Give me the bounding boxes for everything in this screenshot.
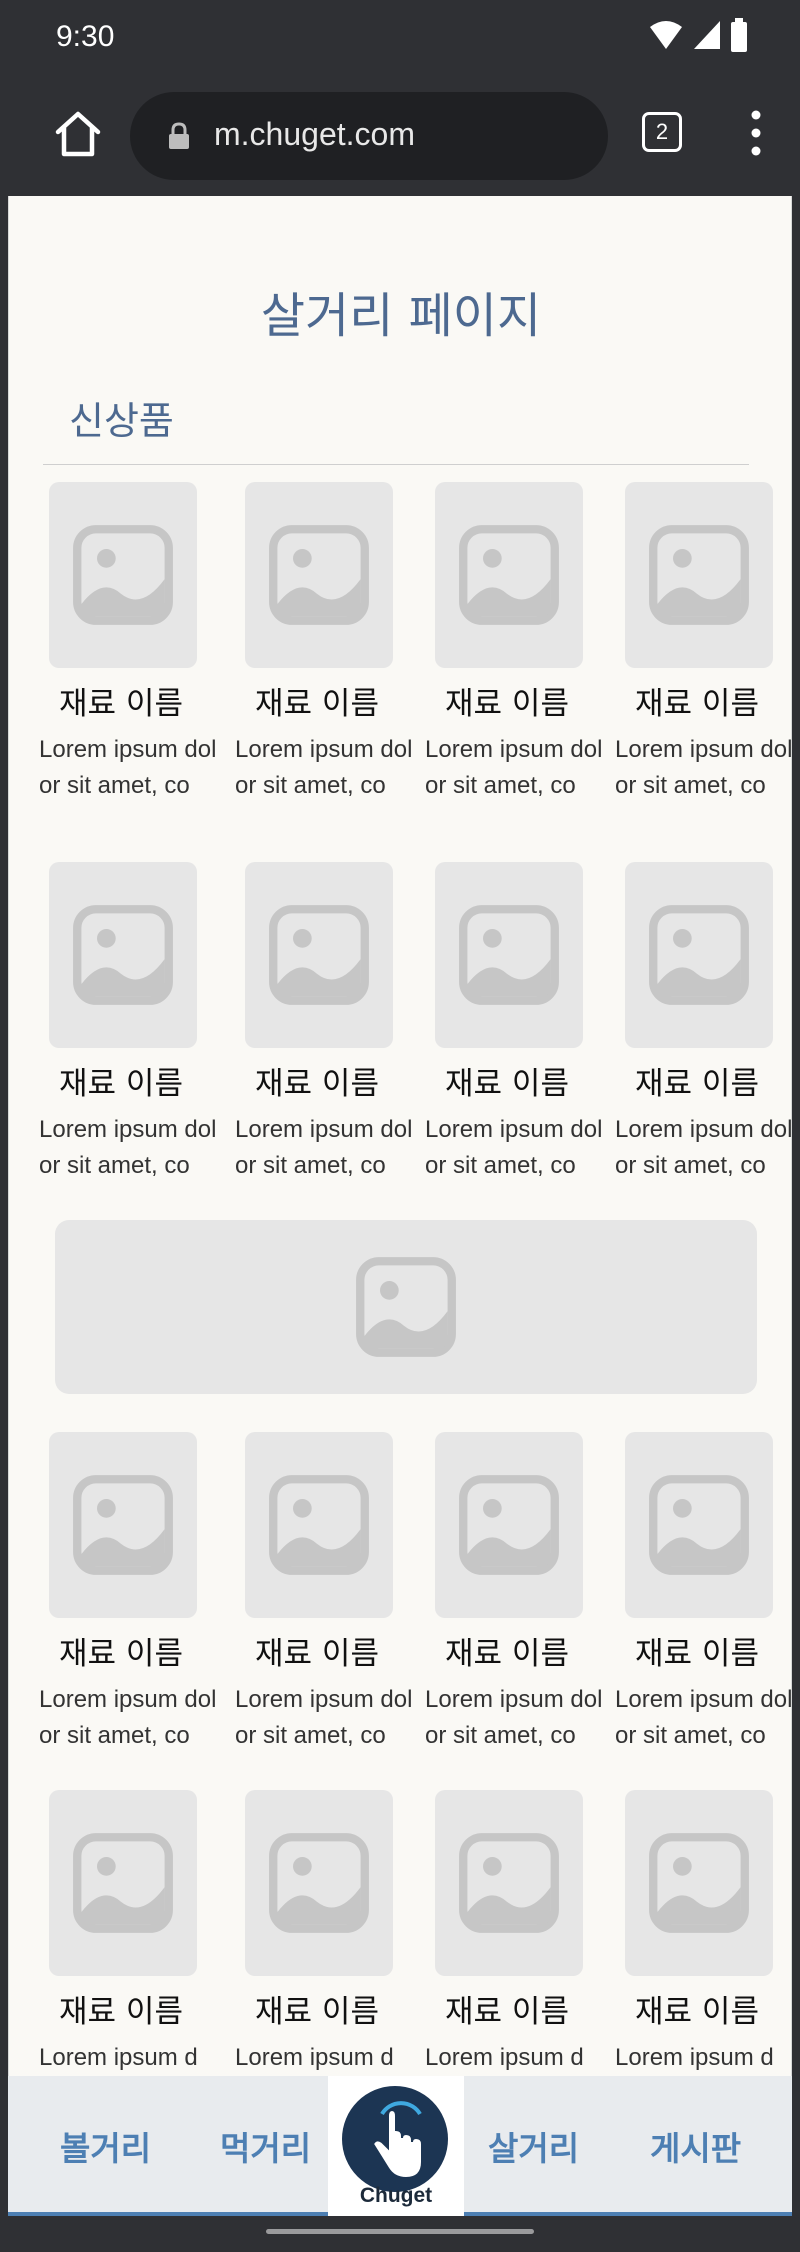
nav-item-shopping[interactable]: 살거리 [488,2122,579,2170]
product-thumbnail[interactable] [435,1790,583,1976]
section-divider [43,464,749,465]
product-description: Lorem ipsum d [425,2044,584,2071]
chuget-logo[interactable]: Chuget [328,2076,464,2216]
image-placeholder-icon [459,1475,559,1575]
gesture-bar [266,2229,534,2234]
product-description: Lorem ipsum dolor sit amet, co [235,1116,413,1179]
product-thumbnail[interactable] [435,482,583,668]
status-bar: 9:30 [0,0,800,74]
product-thumbnail[interactable] [245,1432,393,1618]
product-description: Lorem ipsum dolor sit amet, co [235,1686,413,1749]
image-placeholder-icon [649,525,749,625]
image-placeholder-icon [73,1475,173,1575]
lock-icon [169,122,189,149]
product-name: 재료 이름 [445,1066,569,1102]
product-name: 재료 이름 [59,686,183,722]
product-thumbnail[interactable] [49,482,197,668]
section-title: 신상품 [69,399,174,443]
product-name: 재료 이름 [445,1636,569,1672]
tab-switcher-button[interactable]: 2 [642,112,682,152]
banner-image[interactable] [55,1220,757,1394]
product-description: Lorem ipsum dolor sit amet, co [39,736,217,799]
product-description: Lorem ipsum dolor sit amet, co [39,1116,217,1179]
image-placeholder-icon [269,1475,369,1575]
product-thumbnail[interactable] [625,1432,773,1618]
bottom-nav: 볼거리 먹거리 Chuget 살거리 게시판 [8,2076,792,2216]
more-menu-icon[interactable] [746,108,766,158]
product-thumbnail[interactable] [625,1790,773,1976]
product-thumbnail[interactable] [245,482,393,668]
image-placeholder-icon [649,905,749,1005]
product-name: 재료 이름 [255,686,379,722]
product-name: 재료 이름 [445,686,569,722]
product-description: Lorem ipsum dolor sit amet, co [425,1686,603,1749]
product-description: Lorem ipsum dolor sit amet, co [425,1116,603,1179]
page-title: 살거리 페이지 [260,288,542,344]
image-placeholder-icon [459,905,559,1005]
product-name: 재료 이름 [445,1994,569,2030]
image-placeholder-icon [459,525,559,625]
product-thumbnail[interactable] [49,862,197,1048]
product-description: Lorem ipsum dolor sit amet, co [235,736,413,799]
product-thumbnail[interactable] [245,862,393,1048]
image-placeholder-icon [269,905,369,1005]
signal-icon [694,21,720,49]
product-name: 재료 이름 [255,1636,379,1672]
browser-toolbar: m.chuget.com 2 [8,74,792,196]
product-description: Lorem ipsum dolor sit amet, co [615,1116,792,1179]
product-thumbnail[interactable] [625,482,773,668]
product-description: Lorem ipsum dolor sit amet, co [615,1686,792,1749]
product-thumbnail[interactable] [49,1432,197,1618]
logo-text: Chuget [359,2184,433,2207]
logo-mark [342,2086,448,2192]
product-thumbnail[interactable] [435,1432,583,1618]
product-name: 재료 이름 [255,1066,379,1102]
product-name: 재료 이름 [59,1066,183,1102]
product-description: Lorem ipsum d [615,2044,774,2071]
url-bar[interactable]: m.chuget.com [130,92,608,180]
image-placeholder-icon [356,1257,456,1357]
image-placeholder-icon [649,1475,749,1575]
nav-item-sights[interactable]: 볼거리 [60,2122,151,2170]
product-name: 재료 이름 [635,1636,759,1672]
product-name: 재료 이름 [59,1636,183,1672]
image-placeholder-icon [73,1833,173,1933]
product-name: 재료 이름 [635,1994,759,2030]
image-placeholder-icon [73,525,173,625]
product-description: Lorem ipsum d [235,2044,394,2071]
status-icons [648,18,748,52]
nav-item-board[interactable]: 게시판 [650,2122,741,2170]
product-description: Lorem ipsum dolor sit amet, co [615,736,792,799]
product-thumbnail[interactable] [435,862,583,1048]
home-icon[interactable] [52,108,104,160]
product-name: 재료 이름 [59,1994,183,2030]
product-name: 재료 이름 [635,686,759,722]
image-placeholder-icon [459,1833,559,1933]
product-description: Lorem ipsum dolor sit amet, co [425,736,603,799]
url-text: m.chuget.com [214,116,415,152]
product-thumbnail[interactable] [49,1790,197,1976]
product-description: Lorem ipsum d [39,2044,198,2071]
status-time: 9:30 [56,20,115,53]
battery-icon [731,18,747,52]
product-description: Lorem ipsum dolor sit amet, co [39,1686,217,1749]
wifi-icon [650,21,682,49]
product-name: 재료 이름 [635,1066,759,1102]
product-thumbnail[interactable] [625,862,773,1048]
image-placeholder-icon [269,525,369,625]
page-content: 살거리 페이지 신상품 재료 이름 Lorem ipsum dolor sit a… [8,196,792,2076]
product-name: 재료 이름 [255,1994,379,2030]
image-placeholder-icon [269,1833,369,1933]
nav-item-food[interactable]: 먹거리 [220,2122,311,2170]
hand-pointer-icon [371,2101,423,2180]
image-placeholder-icon [649,1833,749,1933]
image-placeholder-icon [73,905,173,1005]
product-thumbnail[interactable] [245,1790,393,1976]
